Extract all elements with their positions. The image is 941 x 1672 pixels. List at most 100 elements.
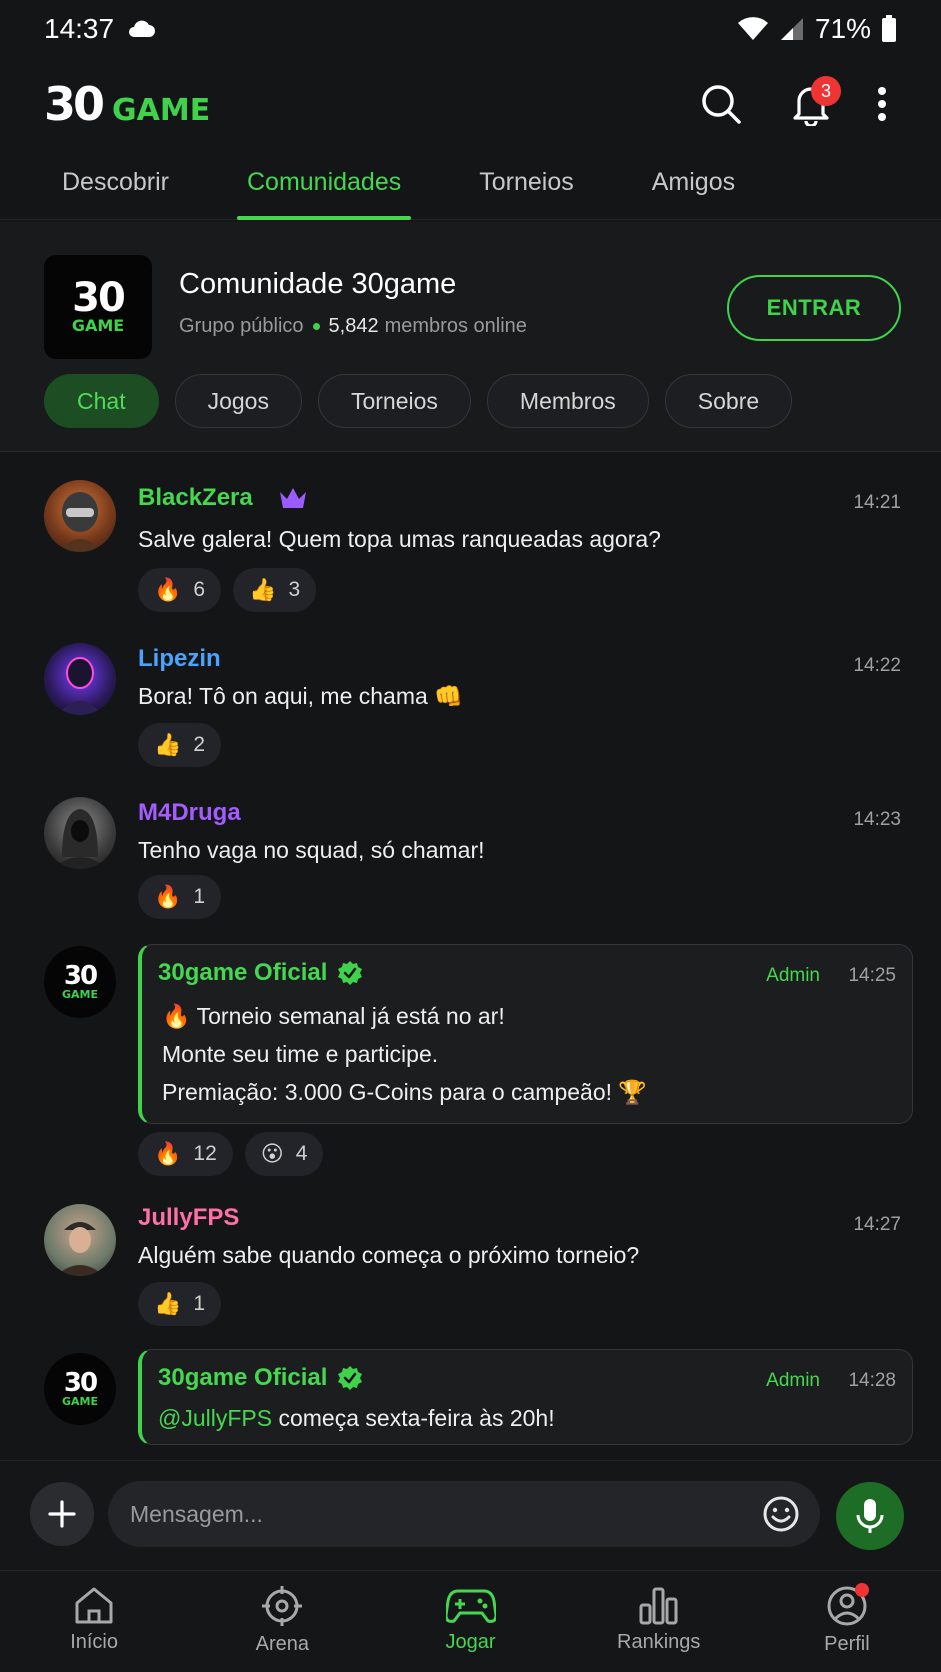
admin-role-label: Admin: [766, 965, 820, 986]
nav-label: Jogar: [445, 1631, 496, 1653]
reaction-chip[interactable]: 🔥 6: [138, 568, 222, 612]
reaction-list: 👍 2: [138, 723, 222, 767]
avatar[interactable]: 30 GAME: [44, 1353, 116, 1425]
community-logo-word: GAME: [71, 315, 125, 335]
avatar[interactable]: [44, 797, 116, 869]
tab-amigos[interactable]: Amigos: [628, 150, 759, 220]
reaction-chip[interactable]: 🔥 12: [138, 1132, 233, 1176]
battery-icon: [882, 15, 896, 42]
cloud-icon: [129, 20, 156, 37]
nav-perfil[interactable]: Perfil: [753, 1571, 941, 1672]
attach-button[interactable]: [30, 1482, 94, 1546]
reaction-count: 1: [193, 1292, 206, 1315]
admin-role-label: Admin: [766, 1370, 820, 1391]
verified-badge-icon: [338, 1366, 363, 1390]
thumbs-up-emoji: 👍: [249, 577, 277, 602]
tab-comunidades[interactable]: Comunidades: [223, 150, 425, 220]
message-line: 🔥 Torneio semanal já está no ar!: [162, 1003, 505, 1029]
reaction-list: 🔥 1: [138, 875, 222, 919]
voice-message-button[interactable]: [836, 1482, 904, 1550]
message-author[interactable]: 30game Oficial: [158, 959, 363, 987]
message-line: Premiação: 3.000 G-Coins para o campeão!…: [162, 1079, 648, 1105]
reaction-count: 2: [193, 733, 206, 756]
community-section-pills: Chat Jogos Torneios Membros Sobre: [44, 374, 793, 428]
reaction-chip[interactable]: 😮 4: [244, 1132, 324, 1176]
official-avatar-number: 30: [63, 1367, 98, 1398]
admin-message-card: 30game Oficial Admin 14:28 @JullyFPS com…: [138, 1349, 913, 1445]
nav-arena[interactable]: Arena: [188, 1571, 376, 1672]
app-logo[interactable]: 30 GAME: [44, 77, 210, 131]
tab-torneios[interactable]: Torneios: [455, 150, 598, 220]
bottom-navigation: Início Arena Jogar Rankings Perfil: [0, 1570, 941, 1672]
tab-descobrir[interactable]: Descobrir: [38, 150, 193, 220]
nav-jogar[interactable]: Jogar: [376, 1571, 564, 1672]
avatar[interactable]: [44, 480, 116, 552]
notification-badge: 3: [811, 76, 841, 106]
join-button[interactable]: ENTRAR: [727, 275, 901, 341]
notifications-button[interactable]: 3: [781, 74, 841, 134]
avatar[interactable]: [44, 1204, 116, 1276]
pill-chat[interactable]: Chat: [44, 374, 159, 428]
fire-emoji: 🔥: [154, 884, 182, 909]
reaction-list: 🔥 6 👍 3: [138, 568, 317, 612]
reaction-count: 6: [193, 578, 206, 601]
message-text: começa sexta-feira às 20h!: [272, 1405, 555, 1431]
signal-icon: [780, 18, 803, 40]
message-line: @JullyFPS começa sexta-feira às 20h!: [158, 1405, 555, 1432]
status-bar: 14:37 71%: [0, 0, 941, 58]
reaction-chip[interactable]: 👍 3: [233, 568, 317, 612]
pill-membros[interactable]: Membros: [486, 374, 649, 428]
avatar[interactable]: [44, 643, 116, 715]
chat-message-admin: 30 GAME 30game Oficial Admin 14:25 🔥 Tor…: [0, 944, 941, 1176]
crown-icon: [280, 488, 306, 508]
search-button[interactable]: [691, 74, 751, 134]
reaction-count: 12: [193, 1142, 217, 1165]
nav-label: Início: [70, 1631, 118, 1653]
reaction-chip[interactable]: 🔥 1: [138, 875, 222, 919]
pill-sobre[interactable]: Sobre: [664, 374, 793, 428]
user-mention[interactable]: @JullyFPS: [158, 1405, 272, 1431]
pill-jogos[interactable]: Jogos: [174, 374, 302, 428]
avatar[interactable]: 30 GAME: [44, 946, 116, 1018]
message-text: Tenho vaga no squad, só chamar!: [138, 837, 485, 863]
wifi-icon: [737, 17, 768, 40]
plus-icon: [48, 1500, 76, 1528]
status-time: 14:37: [44, 13, 115, 44]
message-author[interactable]: BlackZera: [138, 484, 253, 512]
author-name: 30game Oficial: [158, 959, 328, 986]
message-line: Monte seu time e participe.: [162, 1041, 439, 1067]
online-count: 5,842: [328, 315, 379, 337]
chat-message: Lipezin 14:22 Bora! Tô on aqui, me chama…: [0, 643, 941, 773]
community-name: Comunidade 30game: [179, 268, 457, 300]
hooded-figure-avatar-icon: [52, 809, 108, 869]
message-author[interactable]: 30game Oficial: [158, 1364, 363, 1392]
nav-label: Perfil: [824, 1633, 870, 1655]
nav-rankings[interactable]: Rankings: [565, 1571, 753, 1672]
message-author[interactable]: M4Druga: [138, 799, 241, 827]
pill-torneios[interactable]: Torneios: [317, 374, 471, 428]
verified-badge-icon: [338, 961, 363, 985]
author-name: 30game Oficial: [158, 1364, 328, 1391]
reaction-chip[interactable]: 👍 2: [138, 723, 222, 767]
emoji-icon[interactable]: [762, 1495, 800, 1533]
fire-emoji: 🔥: [154, 577, 182, 602]
message-input[interactable]: [130, 1500, 762, 1528]
reaction-list: 👍 1: [138, 1282, 222, 1326]
reaction-chip[interactable]: 👍 1: [138, 1282, 222, 1326]
more-menu-button[interactable]: [867, 74, 897, 134]
message-time: 14:28: [848, 1370, 896, 1391]
message-text: Alguém sabe quando começa o próximo torn…: [138, 1242, 640, 1268]
message-author[interactable]: Lipezin: [138, 645, 221, 673]
logo-number: 30: [44, 77, 105, 131]
microphone-icon: [856, 1499, 884, 1533]
person-avatar-icon: [56, 1222, 104, 1276]
chat-message: BlackZera 14:21 Salve galera! Quem topa …: [0, 480, 941, 620]
community-logo-number: 30: [72, 274, 126, 321]
official-avatar-number: 30: [63, 960, 98, 991]
logo-word: GAME: [112, 93, 211, 128]
message-author[interactable]: JullyFPS: [138, 1204, 239, 1232]
main-tabs: Descobrir Comunidades Torneios Amigos: [0, 150, 941, 220]
nav-inicio[interactable]: Início: [0, 1571, 188, 1672]
message-time: 14:22: [853, 655, 901, 676]
online-dot: [312, 323, 320, 330]
